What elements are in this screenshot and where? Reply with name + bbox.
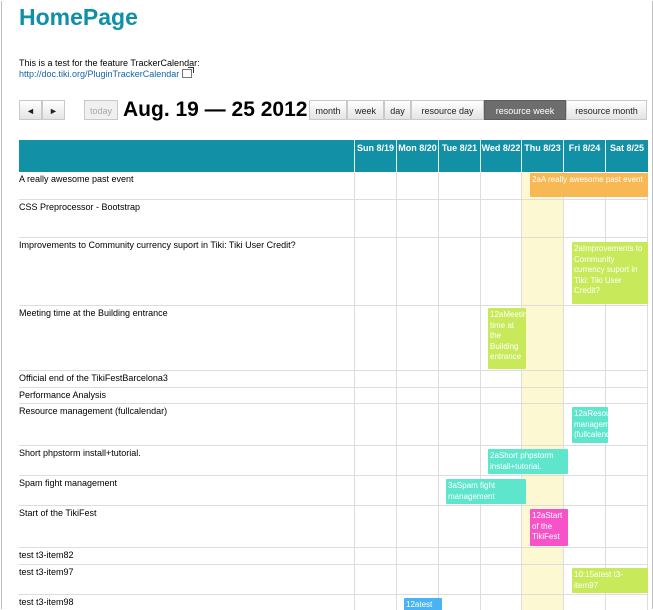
resource-label: Start of the TikiFest	[19, 508, 97, 518]
page-title: HomePage	[19, 4, 138, 30]
plugin-doc-link[interactable]: http://doc.tiki.org/PluginTrackerCalenda…	[19, 67, 195, 79]
resource-label: A really awesome past event	[19, 174, 134, 184]
resource-row: test t3-item98	[19, 595, 648, 610]
day-divider	[438, 172, 439, 610]
resource-row: test t3-item97	[19, 565, 648, 595]
day-header-sun: Sun 8/19	[354, 140, 396, 172]
view-resource-day-button[interactable]: resource day	[411, 100, 484, 120]
day-header-fri: Fri 8/24	[563, 140, 605, 172]
calendar-event[interactable]: 12aStart of the TikiFest	[530, 509, 568, 546]
resource-label: Resource management (fullcalendar)	[19, 406, 168, 416]
calendar-event[interactable]: 2aShort phpstorm install+tutorial.	[488, 449, 568, 474]
calendar-event[interactable]: 3aSpam fight management	[446, 479, 526, 504]
calendar-event[interactable]: 10:15atest t3-item97	[572, 568, 648, 593]
resource-label: test t3-item98	[19, 597, 74, 607]
resource-label: Performance Analysis	[19, 390, 107, 400]
view-month-button[interactable]: month	[309, 100, 347, 120]
calendar-event[interactable]: 12aResource management (fullcalendar)	[572, 407, 608, 443]
day-divider	[647, 172, 648, 610]
resource-row: Meeting time at the Building entrance	[19, 306, 648, 371]
view-week-button[interactable]: week	[347, 100, 384, 120]
resource-label: Meeting time at the Building entrance	[19, 308, 168, 318]
resource-row: Improvements to Community currency supor…	[19, 238, 648, 306]
next-button[interactable]: ►	[42, 100, 65, 120]
day-header-mon: Mon 8/20	[396, 140, 438, 172]
date-range-title: Aug. 19 — 25 2012	[123, 98, 308, 121]
view-day-button[interactable]: day	[384, 100, 411, 120]
resource-label: Spam fight management	[19, 478, 118, 488]
resource-week-grid: Sun 8/19 Mon 8/20 Tue 8/21 Wed 8/22 Thu …	[19, 140, 648, 610]
day-header-tue: Tue 8/21	[438, 140, 480, 172]
view-resource-week-button[interactable]: resource week	[484, 100, 566, 120]
resource-label: CSS Preprocessor - Bootstrap	[19, 202, 141, 212]
day-divider	[354, 172, 355, 610]
day-header-wed: Wed 8/22	[480, 140, 521, 172]
calendar-event[interactable]: 12aMeeting time at the Building entrance	[488, 308, 526, 369]
today-button[interactable]: today	[84, 100, 118, 120]
day-divider	[521, 172, 522, 610]
resource-row: CSS Preprocessor - Bootstrap	[19, 200, 648, 238]
day-header-sat: Sat 8/25	[605, 140, 648, 172]
day-header-thu: Thu 8/23	[521, 140, 563, 172]
plugin-doc-link-text[interactable]: http://doc.tiki.org/PluginTrackerCalenda…	[19, 69, 179, 79]
resource-row: test t3-item82	[19, 548, 648, 565]
calendar-event[interactable]: 12atest	[404, 598, 442, 610]
resource-row: Performance Analysis	[19, 388, 648, 404]
page-description: This is a test for the feature TrackerCa…	[19, 58, 200, 68]
resource-row: Resource management (fullcalendar)	[19, 404, 648, 446]
calendar-event[interactable]: 2aImprovements to Community currency sup…	[572, 242, 648, 304]
view-resource-month-button[interactable]: resource month	[566, 100, 647, 120]
resource-label: test t3-item82	[19, 550, 74, 560]
external-link-icon[interactable]	[182, 67, 195, 78]
calendar-event[interactable]: 2aA really awesome past event	[530, 173, 648, 197]
resource-row: Official end of the TikiFestBarcelona3	[19, 371, 648, 388]
day-divider	[480, 172, 481, 610]
day-divider	[605, 172, 606, 610]
resource-label: test t3-item97	[19, 567, 74, 577]
resource-label: Improvements to Community currency supor…	[19, 240, 296, 250]
grid-header: Sun 8/19 Mon 8/20 Tue 8/21 Wed 8/22 Thu …	[19, 140, 648, 172]
resource-row: Spam fight management	[19, 476, 648, 506]
resource-label: Short phpstorm install+tutorial.	[19, 448, 141, 458]
prev-button[interactable]: ◄	[19, 100, 42, 120]
resource-label: Official end of the TikiFestBarcelona3	[19, 373, 168, 383]
day-divider	[396, 172, 397, 610]
